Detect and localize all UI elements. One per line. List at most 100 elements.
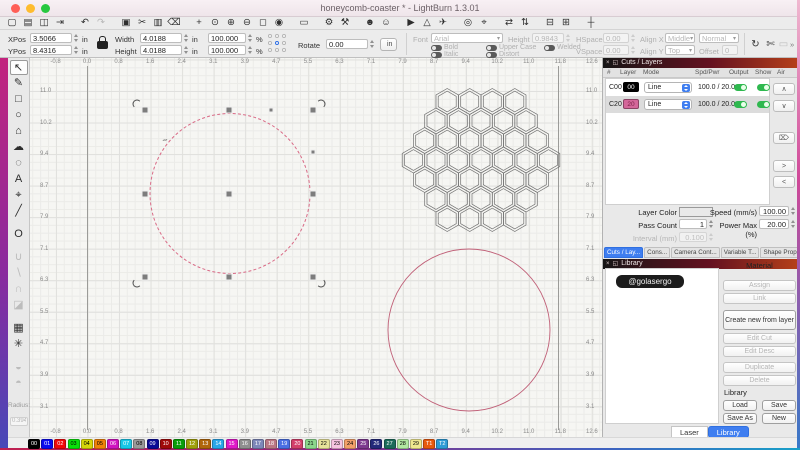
offset-tool[interactable]: O [10, 227, 28, 242]
link-button[interactable]: Link [723, 293, 796, 304]
move-layer-left-button[interactable]: < [773, 176, 795, 188]
bold-toggle[interactable]: Bold [431, 44, 458, 51]
distribute-v-button[interactable]: ⇅ [517, 17, 533, 29]
frame-button[interactable]: △ [419, 17, 435, 29]
focus-button[interactable]: ◎ [460, 17, 476, 29]
start-button[interactable]: ▶ [403, 17, 419, 29]
palette-chip[interactable]: 19 [278, 438, 291, 449]
move-layer-down-button[interactable]: ∨ [773, 100, 795, 112]
assign-button[interactable]: Assign [723, 280, 796, 291]
panel-tab[interactable]: Cuts / Lay... [604, 247, 644, 258]
height-percent-input[interactable] [208, 45, 246, 55]
alignx-select[interactable]: Middle ▾ [665, 33, 695, 43]
layer-color-chip[interactable]: 00 [623, 82, 639, 92]
hspace-stepper[interactable] [630, 33, 637, 43]
handle[interactable] [225, 273, 233, 281]
boolean-union-tool[interactable]: ∪ [10, 250, 28, 265]
close-panel-icon[interactable]: × [606, 58, 610, 68]
palette-chip[interactable]: 07 [120, 438, 133, 449]
handle[interactable] [141, 190, 149, 197]
rectangle-tool[interactable]: □ [10, 92, 28, 107]
layer-mode-select[interactable]: Line [644, 81, 692, 93]
pass-count-input[interactable] [679, 219, 707, 229]
shape-morph-a-tool[interactable]: ◒ [10, 360, 28, 375]
position-laser-tool[interactable]: ⌖ [10, 188, 28, 203]
palette-chip[interactable]: 23 [330, 438, 343, 449]
cut-button[interactable]: ✂ [134, 17, 150, 29]
width-stepper[interactable] [183, 33, 190, 43]
palette-chip[interactable]: T1 [423, 438, 436, 449]
palette-chip[interactable]: 20 [291, 438, 304, 449]
user-button[interactable]: ☺ [378, 17, 394, 29]
interval-stepper[interactable] [708, 232, 715, 242]
palette-chip[interactable]: T2 [436, 438, 449, 449]
open-file-button[interactable]: ▤ [20, 17, 36, 29]
palette-chip[interactable]: 15 [225, 438, 238, 449]
ellipse-tool[interactable]: ○ [10, 108, 28, 123]
rotate-handle-icon[interactable] [132, 99, 142, 109]
width-percent-stepper[interactable] [247, 33, 254, 43]
speed-input[interactable] [759, 206, 789, 216]
palette-chip[interactable]: 22 [317, 438, 330, 449]
distribute-h-button[interactable]: ⇄ [501, 17, 517, 29]
load-button[interactable]: Load [723, 400, 757, 411]
palette-chip[interactable]: 04 [80, 438, 93, 449]
ypos-stepper[interactable] [73, 45, 80, 55]
rotate-handle-icon[interactable] [132, 278, 142, 288]
import-button[interactable]: ⇥ [52, 17, 68, 29]
save-button[interactable]: Save [762, 400, 796, 411]
handle[interactable] [225, 190, 233, 197]
height-percent-stepper[interactable] [247, 45, 254, 55]
font-height-input[interactable] [532, 33, 564, 43]
new-button[interactable]: New [762, 413, 796, 424]
palette-chip[interactable]: 27 [383, 438, 396, 449]
delete-layer-button[interactable]: ⌦ [773, 132, 795, 144]
speed-stepper[interactable] [790, 206, 797, 216]
palette-chip[interactable]: 26 [370, 438, 383, 449]
move-to-position-button[interactable]: ┼ [583, 17, 599, 29]
delete-button[interactable]: ⌫ [166, 17, 182, 29]
zoom-tool-button[interactable]: ⊙ [207, 17, 223, 29]
quarter-handle[interactable] [310, 149, 316, 155]
panel-tab[interactable]: Variable T... [720, 247, 760, 258]
rotate-input[interactable] [326, 39, 368, 49]
draw-lines-tool[interactable]: ✎ [10, 76, 28, 91]
palette-chip[interactable]: 00 [28, 438, 40, 449]
palette-chip[interactable]: 09 [146, 438, 159, 449]
palette-chip[interactable]: 08 [133, 438, 146, 449]
palette-chip[interactable]: 05 [93, 438, 106, 449]
xpos-stepper[interactable] [73, 33, 80, 43]
align-v-button[interactable]: ⊞ [558, 17, 574, 29]
quarter-handle[interactable] [268, 107, 274, 113]
measure-tool[interactable]: ╱ [10, 204, 28, 219]
units-button[interactable]: in [380, 38, 397, 51]
height-stepper[interactable] [183, 45, 190, 55]
uppercase-toggle[interactable]: Upper Case [486, 44, 536, 51]
show-toggle[interactable] [757, 84, 770, 91]
create-new-from-layer-button[interactable]: Create new from layer [723, 310, 796, 330]
palette-chip[interactable]: 11 [172, 438, 185, 449]
handle[interactable] [309, 190, 317, 197]
panel-tab[interactable]: Cons... [644, 247, 671, 258]
distort-toggle[interactable]: Distort [486, 51, 519, 58]
polygon-tool[interactable]: ⌂ [10, 124, 28, 139]
palette-chip[interactable]: 01 [41, 438, 54, 449]
palette-chip[interactable]: 28 [396, 438, 409, 449]
palette-chip[interactable]: 16 [238, 438, 251, 449]
circular-array-tool[interactable]: ✳ [10, 337, 28, 352]
font-select[interactable]: Arial ▾ [431, 33, 503, 43]
palette-chip[interactable]: 25 [357, 438, 370, 449]
pan-tool-button[interactable]: + [191, 17, 207, 29]
palette-chip[interactable]: 18 [265, 438, 278, 449]
text-style-select[interactable]: Normal ▾ [699, 33, 739, 43]
width-percent-input[interactable] [208, 33, 246, 43]
machine-settings-button[interactable]: ⚒ [337, 17, 353, 29]
cut-optimization-icon[interactable]: ↻ [748, 37, 763, 51]
toolbar-overflow-chevron[interactable]: » [790, 40, 794, 49]
move-layer-right-button[interactable]: > [773, 160, 795, 172]
preview-button[interactable]: ▭ [296, 17, 312, 29]
zoom-out-button[interactable]: ⊖ [239, 17, 255, 29]
redo-button[interactable]: ↷ [93, 17, 109, 29]
cut-shapes-tool[interactable]: ◪ [10, 298, 28, 313]
corner-handle[interactable] [309, 273, 317, 281]
